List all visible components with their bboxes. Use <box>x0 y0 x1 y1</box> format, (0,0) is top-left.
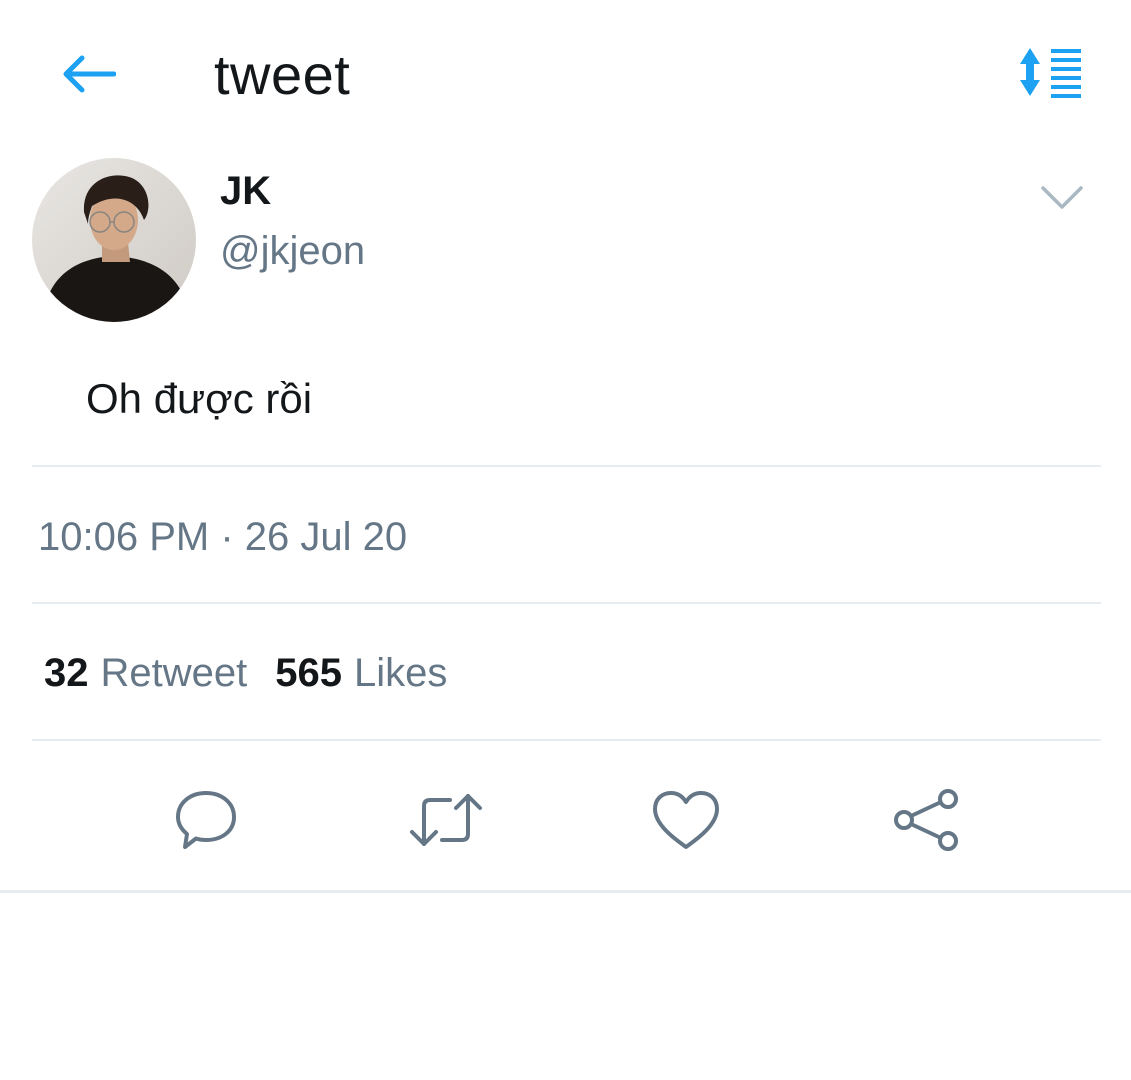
user-handle[interactable]: @jkjeon <box>220 228 365 274</box>
retweet-label: Retweet <box>100 651 248 695</box>
top-bar: tweet <box>0 0 1131 150</box>
retweet-count: 32 <box>44 651 89 695</box>
retweet-icon <box>410 794 482 846</box>
likes-count: 565 <box>275 651 342 695</box>
likes-count-link[interactable]: 565 Likes <box>275 648 447 698</box>
sort-list-icon <box>1020 48 1081 98</box>
tweet-stats: 32 Retweet 565 Likes <box>44 648 475 698</box>
share-icon <box>894 789 958 851</box>
share-button[interactable] <box>886 780 966 860</box>
avatar[interactable] <box>32 158 196 322</box>
section-divider <box>0 890 1131 893</box>
like-button[interactable] <box>646 780 726 860</box>
retweet-count-link[interactable]: 32 Retweet <box>44 648 247 698</box>
tweet-timestamp: 10:06 PM · 26 Jul 20 <box>38 515 408 559</box>
divider <box>32 602 1101 604</box>
tweet-actions <box>0 770 1131 870</box>
back-arrow-icon <box>63 55 116 93</box>
divider <box>32 465 1101 467</box>
retweet-button[interactable] <box>406 780 486 860</box>
reply-icon <box>176 791 236 849</box>
divider <box>32 739 1101 741</box>
likes-label: Likes <box>354 651 448 695</box>
reply-button[interactable] <box>166 780 246 860</box>
tweet-text: Oh được rồi <box>86 375 313 422</box>
tweet-author: JK @jkjeon <box>0 150 1131 340</box>
avatar-photo <box>32 158 196 322</box>
sort-button[interactable] <box>1010 40 1090 104</box>
page-title: tweet <box>214 43 351 106</box>
heart-icon <box>653 791 719 849</box>
chevron-down-icon <box>1041 186 1083 209</box>
back-button[interactable] <box>56 44 120 104</box>
more-options-button[interactable] <box>1030 172 1094 224</box>
display-name[interactable]: JK <box>220 168 271 214</box>
